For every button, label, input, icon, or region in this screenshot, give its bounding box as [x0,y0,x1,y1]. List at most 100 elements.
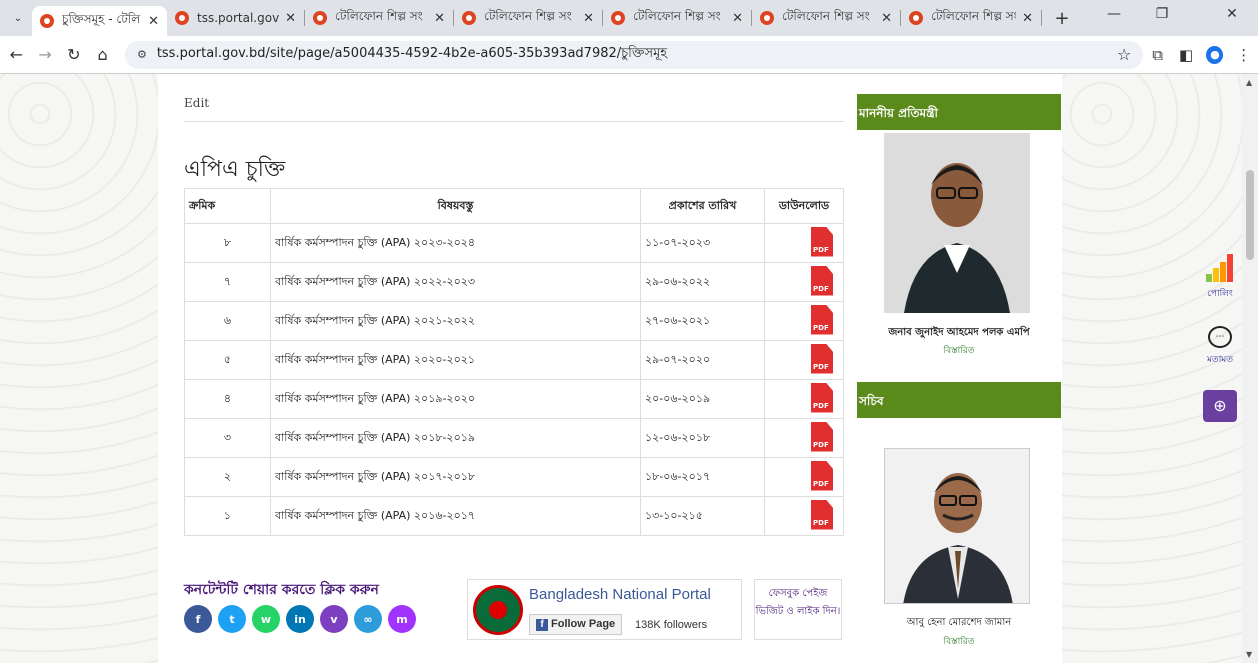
download-cell: PDF [764,301,844,341]
close-icon[interactable]: ✕ [583,11,594,26]
copy-link-icon[interactable]: ∞ [354,605,382,633]
tab-6[interactable]: টেলিফোন শিল্প সং ✕ [752,4,900,32]
date-cell: ১৩-১০-২১৫ [640,496,765,536]
tab-title: টেলিফোন শিল্প সং [633,9,721,23]
new-tab-plus-icon[interactable]: + [1050,8,1074,29]
fb-follower-count: 138K followers [635,619,708,631]
bangladesh-emblem-logo [473,585,523,635]
tab-7[interactable]: টেলিফোন শিল্প সং ✕ [901,4,1041,32]
feedback-label: মতামত [1206,355,1234,365]
table-row: ১ বার্ষিক কর্মসম্পাদন চুক্তি (APA) ২০১৬-… [184,496,844,536]
polling-widget[interactable]: পোলিং [1200,252,1240,301]
profile-avatar-icon[interactable]: ● [1206,45,1224,64]
accessibility-widget[interactable]: ⊕ [1200,390,1240,422]
secretary-details-link[interactable]: বিস্তারিত [857,634,1061,649]
minister-name: জনাব জুনাইদ আহমেদ পলক এমপি [888,327,1030,338]
serial-cell: ১ [184,496,271,536]
window-close-icon[interactable]: ✕ [1212,6,1252,22]
serial-cell: ৭ [184,262,271,302]
pdf-download-icon[interactable]: PDF [811,460,833,491]
close-icon[interactable]: ✕ [732,11,743,26]
tab-4[interactable]: টেলিফোন শিল্প সং ✕ [454,4,602,32]
pdf-download-icon[interactable]: PDF [811,421,833,452]
share-prompt: কনটেন্টটি শেয়ার করতে ক্লিক করুন [184,582,379,598]
messenger-share-icon[interactable]: m [388,605,416,633]
restore-icon[interactable]: ❐ [1142,6,1182,22]
date-cell: ২৯-০৬-২০২২ [640,262,765,302]
poll-chart-icon [1200,252,1240,282]
pdf-download-icon[interactable]: PDF [811,343,833,374]
side-panel-icon[interactable]: ◧ [1172,46,1201,64]
close-icon[interactable]: ✕ [434,11,445,26]
date-cell: ১৮-০৬-২০১৭ [640,457,765,497]
tab-active[interactable]: চুক্তিসমূহ - টেলি ✕ [32,6,167,36]
browser-menu-icon[interactable]: ⋮ [1229,46,1258,64]
table-row: ২ বার্ষিক কর্মসম্পাদন চুক্তি (APA) ২০১৭-… [184,457,844,497]
scroll-up-arrow-icon[interactable]: ▲ [1246,78,1252,87]
extensions-puzzle-icon[interactable]: ⧉ [1143,46,1172,64]
subject-cell: বার্ষিক কর্মসম্পাদন চুক্তি (APA) ২০২২-২০… [270,262,641,302]
tab-2[interactable]: tss.portal.gov.bd ✕ [167,4,304,32]
pdf-download-icon[interactable]: PDF [811,382,833,413]
tab-search-chevron-icon[interactable]: ⌄ [8,8,28,28]
twitter-share-icon[interactable]: t [218,605,246,633]
page-title: এপিএ চুক্তি [184,157,286,182]
page-scrollbar[interactable]: ▲ ▼ [1242,74,1258,663]
tab-title: টেলিফোন শিল্প সং [484,9,572,23]
col-header-download: ডাউনলোড [764,188,844,224]
date-cell: ১২-০৬-২০১৮ [640,418,765,458]
table-row: ৮ বার্ষিক কর্মসম্পাদন চুক্তি (APA) ২০২৩-… [184,223,844,263]
url-field[interactable]: ⚙ tss.portal.gov.bd/site/page/a5004435-4… [124,40,1144,69]
site-favicon-icon [175,11,189,25]
share-buttons: f t w in v ∞ m [184,605,422,633]
page-viewport: Edit এপিএ চুক্তি ক্রমিক বিষয়বস্তু প্রকা… [0,74,1258,663]
fb-visit-link[interactable]: ফেসবুক পেইজ ভিজিট ও লাইক দিন। [754,579,842,640]
tab-title: টেলিফোন শিল্প সং [335,9,423,23]
secretary-heading: সচিব [857,382,1061,418]
address-bar: ← → ↻ ⌂ ⚙ tss.portal.gov.bd/site/page/a5… [0,36,1258,74]
site-favicon-icon [760,11,774,25]
fb-page-name[interactable]: Bangladesh National Portal [529,586,711,603]
home-icon[interactable]: ⌂ [90,45,115,64]
tab-title: টেলিফোন শিল্প সং [931,9,1017,23]
close-icon[interactable]: ✕ [881,11,892,26]
viber-share-icon[interactable]: v [320,605,348,633]
download-cell: PDF [764,223,844,263]
serial-cell: ৪ [184,379,271,419]
pdf-download-icon[interactable]: PDF [811,265,833,296]
feedback-widget[interactable]: ⋯ মতামত [1200,326,1240,367]
subject-cell: বার্ষিক কর্মসম্পাদন চুক্তি (APA) ২০২৩-২০… [270,223,641,263]
fb-follow-button[interactable]: f Follow Page [529,614,623,635]
close-icon[interactable]: ✕ [148,14,159,29]
close-icon[interactable]: ✕ [285,11,296,26]
tab-5[interactable]: টেলিফোন শিল্প সং ✕ [603,4,751,32]
table-row: ৪ বার্ষিক কর্মসম্পাদন চুক্তি (APA) ২০১৯-… [184,379,844,419]
scroll-thumb[interactable] [1246,170,1254,260]
minimize-icon[interactable]: — [1094,6,1134,22]
whatsapp-share-icon[interactable]: w [252,605,280,633]
site-info-icon[interactable]: ⚙ [137,48,147,61]
scroll-down-arrow-icon[interactable]: ▼ [1246,650,1252,659]
bookmark-star-icon[interactable]: ☆ [1117,45,1131,64]
date-cell: ২৭-০৬-২০২১ [640,301,765,341]
table-row: ৭ বার্ষিক কর্মসম্পাদন চুক্তি (APA) ২০২২-… [184,262,844,302]
close-icon[interactable]: ✕ [1022,11,1033,26]
pdf-download-icon[interactable]: PDF [811,304,833,335]
tab-3[interactable]: টেলিফোন শিল্প সং ✕ [305,4,453,32]
linkedin-share-icon[interactable]: in [286,605,314,633]
back-arrow-icon[interactable]: ← [4,45,29,64]
forward-arrow-icon[interactable]: → [33,45,58,64]
date-cell: ২৯-০৭-২০২০ [640,340,765,380]
tab-divider [1041,10,1042,26]
subject-cell: বার্ষিক কর্মসম্পাদন চুক্তি (APA) ২০১৭-২০… [270,457,641,497]
minister-details-link[interactable]: বিস্তারিত [857,343,1061,358]
facebook-share-icon[interactable]: f [184,605,212,633]
edit-link[interactable]: Edit [184,96,209,110]
pdf-download-icon[interactable]: PDF [811,226,833,257]
main-content: Edit এপিএ চুক্তি ক্রমিক বিষয়বস্তু প্রকা… [158,74,1062,663]
minister-heading: মাননীয় প্রতিমন্ত্রী [857,94,1061,130]
pdf-download-icon[interactable]: PDF [811,499,833,530]
col-header-subject: বিষয়বস্তু [270,188,641,224]
reload-icon[interactable]: ↻ [61,45,86,64]
date-cell: ১১-০৭-২০২৩ [640,223,765,263]
